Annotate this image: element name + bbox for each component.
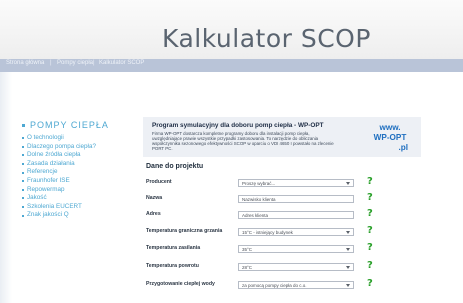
hot-water-select[interactable]: za pomocą pompy ciepła do c.o. — [238, 281, 354, 289]
bullet-icon — [22, 214, 24, 217]
sidebar-item-quality[interactable]: Jakość — [22, 194, 132, 203]
producer-label: Producent — [146, 179, 172, 185]
bullet-icon — [22, 188, 24, 191]
help-icon[interactable]: ? — [367, 278, 373, 289]
chevron-down-icon — [346, 284, 350, 287]
address-input[interactable]: Adres klienta — [238, 211, 354, 219]
return-temp-select[interactable]: 28°C — [238, 263, 354, 271]
bullet-icon — [22, 123, 25, 127]
side-decoration — [0, 72, 12, 303]
sidebar-item-eucert[interactable]: Szkolenia EUCERT — [22, 203, 132, 212]
form-row-supply-temp: Temperatura zasilania 35°C ? — [146, 242, 436, 258]
sidebar: POMPY CIEPŁA O technologii Dlaczego pomp… — [22, 120, 132, 220]
sidebar-item-references[interactable]: Referencje — [22, 168, 132, 177]
help-icon[interactable]: ? — [367, 192, 373, 203]
breadcrumb-item-current: Kalkulator SCOP — [99, 60, 145, 66]
sidebar-item-heat-sources[interactable]: Dolne źródła ciepła — [22, 151, 132, 160]
form-row-return-temp: Temperatura powrotu 28°C ? — [146, 260, 436, 276]
promo-title: Program symulacyjny dla doboru pomp ciep… — [152, 122, 324, 129]
supply-temp-label: Temperatura zasilania — [146, 245, 201, 251]
chevron-down-icon — [346, 248, 350, 251]
breadcrumb-separator: | — [93, 60, 95, 66]
return-temp-label: Temperatura powrotu — [146, 263, 199, 269]
supply-temp-select[interactable]: 35°C — [238, 245, 354, 253]
breadcrumb: Strona główna | Pompy ciepła | Kalkulato… — [0, 59, 463, 72]
name-label: Nazwa — [146, 195, 163, 201]
help-icon[interactable]: ? — [367, 225, 373, 236]
page-title: Kalkulator SCOP — [162, 24, 371, 53]
bullet-icon — [22, 206, 24, 209]
promo-box: Program symulacyjny dla doboru pomp ciep… — [143, 117, 421, 157]
bullet-icon — [22, 197, 24, 200]
sidebar-item-technology[interactable]: O technologii — [22, 134, 132, 143]
breadcrumb-item-heat-pumps[interactable]: Pompy ciepła — [57, 60, 93, 66]
sidebar-item-operating-principle[interactable]: Zasada działania — [22, 160, 132, 169]
sidebar-heading: POMPY CIEPŁA — [22, 120, 132, 130]
page: Kalkulator SCOP Strona główna | Pompy ci… — [0, 0, 463, 303]
sidebar-item-quality-mark[interactable]: Znak jakości Q — [22, 211, 132, 220]
bullet-icon — [22, 137, 24, 140]
header: Kalkulator SCOP — [0, 0, 463, 60]
heating-limit-temp-label: Temperatura graniczna grzania — [146, 228, 223, 234]
help-icon[interactable]: ? — [367, 260, 373, 271]
chevron-down-icon — [346, 182, 350, 185]
name-input[interactable]: Nazwisko klienta — [238, 195, 354, 203]
form-row-name: Nazwa Nazwisko klienta ? — [146, 192, 436, 208]
form-row-hot-water: Przygotowanie ciepłej wody za pomocą pom… — [146, 278, 436, 294]
chevron-down-icon — [346, 231, 350, 234]
form-row-heating-limit-temp: Temperatura graniczna grzania 15°C - ist… — [146, 225, 436, 241]
heating-limit-temp-select[interactable]: 15°C - istniejący budynek — [238, 228, 354, 236]
chevron-down-icon — [346, 266, 350, 269]
bullet-icon — [22, 171, 24, 174]
wp-opt-logo[interactable]: www. WP-OPT .pl — [368, 123, 412, 153]
promo-text: Firma WP-OPT dostarcza kompletne program… — [152, 131, 334, 151]
sidebar-item-why-heat-pump[interactable]: Dlaczego pompa ciepła? — [22, 143, 132, 152]
bullet-icon — [22, 145, 24, 148]
breadcrumb-item-home[interactable]: Strona główna — [6, 60, 44, 66]
help-icon[interactable]: ? — [367, 208, 373, 219]
hot-water-label: Przygotowanie ciepłej wody — [146, 281, 215, 287]
form-title: Dane do projektu — [146, 163, 204, 170]
bullet-icon — [22, 180, 24, 183]
help-icon[interactable]: ? — [367, 176, 373, 187]
sidebar-item-fraunhofer[interactable]: Fraunhofer ISE — [22, 177, 132, 186]
form-row-producer: Producent Proszę wybrać... ? — [146, 176, 436, 192]
sidebar-item-repowermap[interactable]: Repowermap — [22, 186, 132, 195]
address-label: Adres — [146, 211, 161, 217]
breadcrumb-separator: | — [50, 60, 52, 66]
bullet-icon — [22, 163, 24, 166]
producer-select[interactable]: Proszę wybrać... — [238, 179, 354, 187]
form-row-address: Adres Adres klienta ? — [146, 208, 436, 224]
bullet-icon — [22, 154, 24, 157]
help-icon[interactable]: ? — [367, 242, 373, 253]
